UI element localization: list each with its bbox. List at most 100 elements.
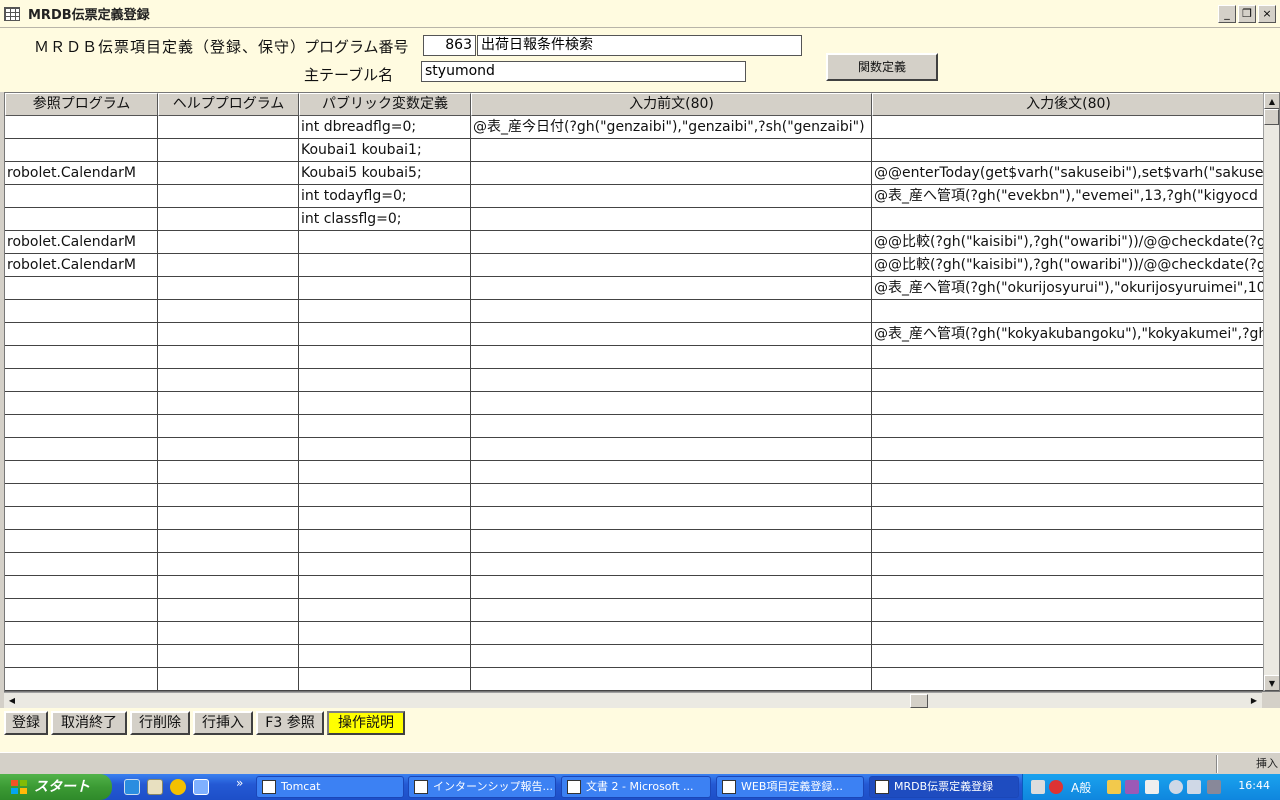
grid-cell-ref-program[interactable] xyxy=(5,530,157,552)
register-button[interactable]: 登録 xyxy=(4,711,48,735)
grid-cell-help-program[interactable] xyxy=(158,231,298,253)
monitor-icon[interactable] xyxy=(1207,780,1221,794)
f3-reference-button[interactable]: F3 参照 xyxy=(256,711,324,735)
grid-cell-public-vars[interactable] xyxy=(299,438,470,460)
grid-cell-post-input[interactable] xyxy=(872,116,1264,138)
grid-cell-pre-input[interactable] xyxy=(471,484,871,506)
grid-cell-public-vars[interactable] xyxy=(299,553,470,575)
program-no-field[interactable]: 863 xyxy=(423,35,476,56)
ime-mode[interactable]: A般 xyxy=(1071,779,1091,796)
grid-cell-help-program[interactable] xyxy=(158,415,298,437)
insert-row-button[interactable]: 行挿入 xyxy=(193,711,253,735)
grid-cell-post-input[interactable] xyxy=(872,369,1264,391)
program-name-field[interactable]: 出荷日報条件検索 xyxy=(477,35,802,56)
grid-cell-pre-input[interactable] xyxy=(471,369,871,391)
grid-cell-pre-input[interactable] xyxy=(471,139,871,161)
grid-cell-ref-program[interactable] xyxy=(5,599,157,621)
grid-cell-public-vars[interactable] xyxy=(299,415,470,437)
grid-cell-ref-program[interactable] xyxy=(5,346,157,368)
grid-cell-help-program[interactable] xyxy=(158,484,298,506)
minimize-button[interactable]: _ xyxy=(1218,5,1236,23)
grid-cell-public-vars[interactable]: int classflg=0; xyxy=(299,208,470,230)
grid-cell-public-vars[interactable] xyxy=(299,346,470,368)
grid-cell-public-vars[interactable]: Koubai5 koubai5; xyxy=(299,162,470,184)
grid-cell-help-program[interactable] xyxy=(158,599,298,621)
picture-icon[interactable] xyxy=(147,779,163,795)
grid-cell-post-input[interactable]: @表_産へ管項(?gh("okurijosyurui"),"okurijosyu… xyxy=(872,277,1264,299)
operation-help-button[interactable]: 操作説明 xyxy=(327,711,405,735)
grid-cell-help-program[interactable] xyxy=(158,300,298,322)
media-player-icon[interactable] xyxy=(170,779,186,795)
grid-cell-post-input[interactable] xyxy=(872,208,1264,230)
grid-cell-post-input[interactable]: @@比較(?gh("kaisibi"),?gh("owaribi"))/@@ch… xyxy=(872,231,1264,253)
grid-cell-ref-program[interactable]: robolet.CalendarM xyxy=(5,162,157,184)
function-def-button[interactable]: 関数定義 xyxy=(826,53,938,81)
grid-cell-help-program[interactable] xyxy=(158,392,298,414)
grid-cell-ref-program[interactable] xyxy=(5,484,157,506)
grid-cell-post-input[interactable]: @@enterToday(get$varh("sakuseibi"),set$v… xyxy=(872,162,1264,184)
cancel-exit-button[interactable]: 取消終了 xyxy=(51,711,127,735)
grid-cell-pre-input[interactable] xyxy=(471,392,871,414)
column-header-help-program[interactable]: ヘルププログラム xyxy=(158,93,299,116)
scroll-down-icon[interactable]: ▼ xyxy=(1264,675,1279,691)
grid-cell-post-input[interactable] xyxy=(872,645,1264,667)
internet-explorer-icon[interactable] xyxy=(124,779,140,795)
grid-cell-public-vars[interactable] xyxy=(299,668,470,690)
task-mrdb-definition[interactable]: MRDB伝票定義登録 xyxy=(869,776,1019,798)
grid-cell-public-vars[interactable] xyxy=(299,507,470,529)
grid-cell-public-vars[interactable]: Koubai1 koubai1; xyxy=(299,139,470,161)
grid-cell-pre-input[interactable] xyxy=(471,645,871,667)
grid-cell-ref-program[interactable]: robolet.CalendarM xyxy=(5,231,157,253)
grid-cell-ref-program[interactable] xyxy=(5,668,157,690)
grid-cell-public-vars[interactable] xyxy=(299,484,470,506)
scroll-left-icon[interactable]: ◀ xyxy=(4,693,20,709)
grid-cell-pre-input[interactable]: @表_産今日付(?gh("genzaibi"),"genzaibi",?sh("… xyxy=(471,116,871,138)
grid-cell-help-program[interactable] xyxy=(158,208,298,230)
grid-cell-help-program[interactable] xyxy=(158,369,298,391)
grid-cell-pre-input[interactable] xyxy=(471,599,871,621)
maximize-button[interactable]: ❐ xyxy=(1238,5,1256,23)
task-tomcat[interactable]: Tomcat xyxy=(256,776,404,798)
grid-cell-public-vars[interactable] xyxy=(299,645,470,667)
grid-cell-pre-input[interactable] xyxy=(471,277,871,299)
grid-cell-ref-program[interactable] xyxy=(5,553,157,575)
column-header-ref-program[interactable]: 参照プログラム xyxy=(5,93,158,116)
column-header-post-input[interactable]: 入力後文(80) xyxy=(872,93,1265,116)
ime-tool-icon[interactable] xyxy=(1107,780,1121,794)
grid-cell-post-input[interactable] xyxy=(872,622,1264,644)
grid-cell-public-vars[interactable] xyxy=(299,392,470,414)
main-table-field[interactable]: styumond xyxy=(421,61,746,82)
grid-cell-help-program[interactable] xyxy=(158,323,298,345)
grid-cell-post-input[interactable] xyxy=(872,415,1264,437)
grid-cell-public-vars[interactable] xyxy=(299,277,470,299)
grid-cell-public-vars[interactable] xyxy=(299,530,470,552)
dictionary-icon[interactable] xyxy=(1125,780,1139,794)
grid-cell-post-input[interactable] xyxy=(872,507,1264,529)
grid-cell-public-vars[interactable] xyxy=(299,231,470,253)
grid-cell-post-input[interactable]: @@比較(?gh("kaisibi"),?gh("owaribi"))/@@ch… xyxy=(872,254,1264,276)
grid-cell-post-input[interactable]: @表_産へ管項(?gh("evekbn"),"evemei",13,?gh("k… xyxy=(872,185,1264,207)
grid-cell-public-vars[interactable] xyxy=(299,599,470,621)
help-icon[interactable] xyxy=(1145,780,1159,794)
grid-cell-ref-program[interactable] xyxy=(5,139,157,161)
desktop-icon[interactable] xyxy=(193,779,209,795)
grid-cell-ref-program[interactable] xyxy=(5,185,157,207)
grid-cell-pre-input[interactable] xyxy=(471,185,871,207)
grid-cell-public-vars[interactable] xyxy=(299,622,470,644)
grid-cell-post-input[interactable] xyxy=(872,530,1264,552)
grid-cell-help-program[interactable] xyxy=(158,622,298,644)
network-icon[interactable] xyxy=(1187,780,1201,794)
grid-cell-post-input[interactable] xyxy=(872,392,1264,414)
grid-cell-post-input[interactable] xyxy=(872,300,1264,322)
grid-cell-ref-program[interactable] xyxy=(5,369,157,391)
back-icon[interactable] xyxy=(1169,780,1183,794)
grid-cell-pre-input[interactable] xyxy=(471,415,871,437)
grid-cell-help-program[interactable] xyxy=(158,185,298,207)
grid-cell-public-vars[interactable] xyxy=(299,576,470,598)
grid-cell-ref-program[interactable] xyxy=(5,277,157,299)
grid-cell-ref-program[interactable] xyxy=(5,300,157,322)
ime-icon[interactable] xyxy=(1049,780,1063,794)
grid-cell-help-program[interactable] xyxy=(158,277,298,299)
grid-cell-post-input[interactable] xyxy=(872,438,1264,460)
grid-cell-pre-input[interactable] xyxy=(471,668,871,690)
